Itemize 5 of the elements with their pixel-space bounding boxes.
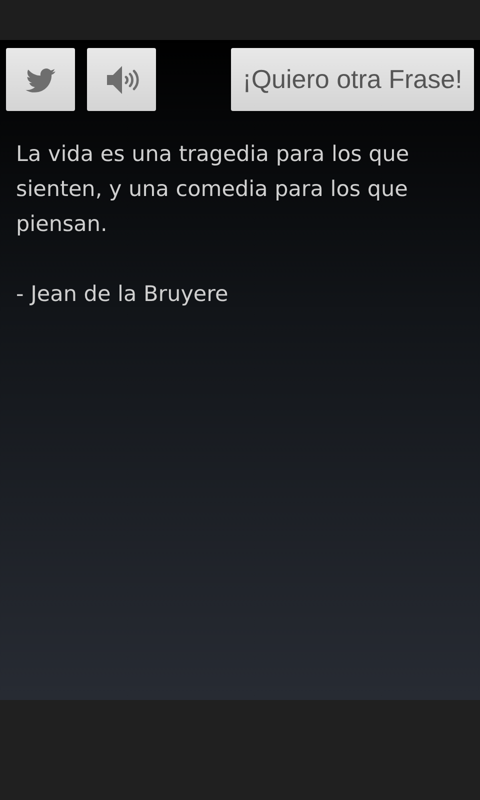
sound-button[interactable] [87, 48, 156, 111]
quote-text: La vida es una tragedia para los que sienten, y una comedia para los que piensan. [16, 141, 410, 239]
quote-author: - Jean de la Bruyere [16, 281, 230, 309]
share-button[interactable] [6, 48, 75, 111]
next-quote-button[interactable]: ¡Quiero otra Frase! [231, 48, 474, 111]
